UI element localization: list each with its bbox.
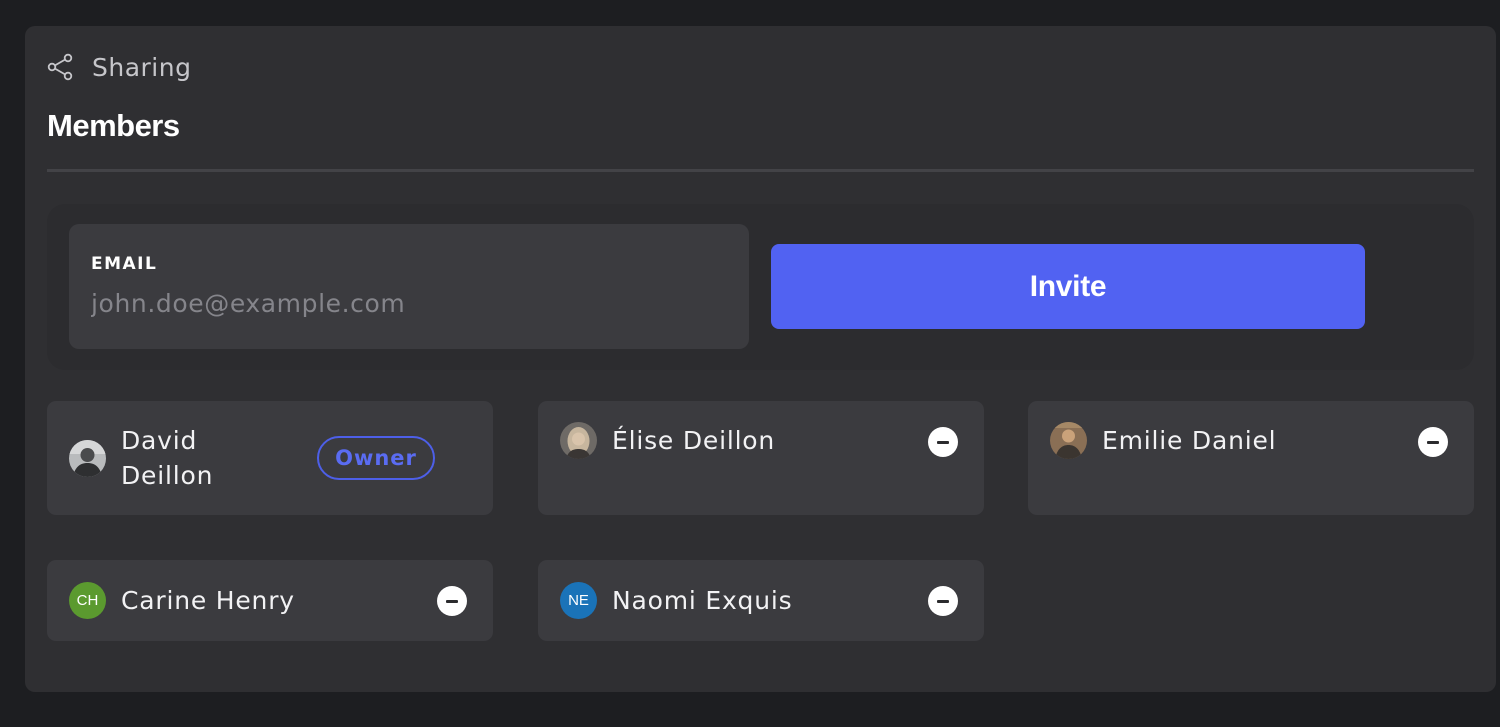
avatar: NE xyxy=(560,582,597,619)
minus-circle-icon xyxy=(937,599,949,603)
remove-member-button[interactable] xyxy=(928,427,958,457)
member-card-carine-henry: CH Carine Henry xyxy=(47,560,493,641)
member-name: Naomi Exquis xyxy=(612,586,793,615)
email-field[interactable]: EMAIL xyxy=(69,224,749,349)
member-name: David Deillon xyxy=(121,426,214,490)
avatar: CH xyxy=(69,582,106,619)
minus-circle-icon xyxy=(937,440,949,444)
sharing-header-label: Sharing xyxy=(92,52,192,82)
owner-badge: Owner xyxy=(317,436,435,480)
minus-circle-icon xyxy=(446,599,458,603)
member-card-emilie-daniel: Emilie Daniel xyxy=(1028,401,1474,515)
remove-member-button[interactable] xyxy=(437,586,467,616)
avatar xyxy=(1050,422,1087,459)
sharing-panel: Sharing Members EMAIL Invite David Deill… xyxy=(25,26,1496,692)
remove-member-button[interactable] xyxy=(1418,427,1448,457)
invite-button[interactable]: Invite xyxy=(771,244,1365,329)
avatar xyxy=(69,440,106,477)
avatar xyxy=(560,422,597,459)
member-card-elise-deillon: Élise Deillon xyxy=(538,401,984,515)
member-name: Élise Deillon xyxy=(612,426,776,455)
divider xyxy=(47,169,1474,172)
sharing-header: Sharing xyxy=(47,52,191,82)
member-name: Carine Henry xyxy=(121,586,295,615)
remove-member-button[interactable] xyxy=(928,586,958,616)
minus-circle-icon xyxy=(1427,440,1439,444)
email-label: EMAIL xyxy=(91,254,158,274)
member-name: Emilie Daniel xyxy=(1102,426,1277,455)
email-input[interactable] xyxy=(91,284,711,322)
page-title: Members xyxy=(47,108,180,143)
member-card-naomi-exquis: NE Naomi Exquis xyxy=(538,560,984,641)
share-icon xyxy=(47,53,75,81)
member-card-david-deillon: David Deillon Owner xyxy=(47,401,493,515)
